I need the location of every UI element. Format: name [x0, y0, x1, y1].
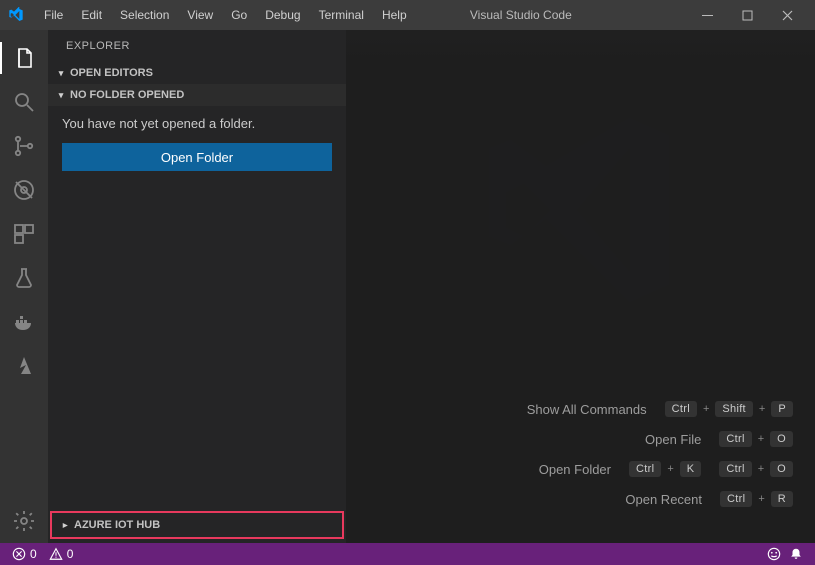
activity-search-icon[interactable] — [0, 80, 48, 124]
plus-icon: + — [667, 463, 673, 475]
shortcut-label: Open Folder — [451, 462, 611, 477]
menu-help[interactable]: Help — [374, 4, 415, 26]
error-count: 0 — [30, 547, 37, 561]
status-warnings[interactable]: 0 — [45, 547, 78, 561]
shortcut-keys: Ctrl + Shift + P — [665, 401, 793, 417]
sidebar-title: EXPLORER — [48, 30, 346, 62]
activity-files-icon[interactable] — [0, 36, 48, 80]
warning-count: 0 — [67, 547, 74, 561]
chevron-right-icon: ▾ — [61, 520, 70, 530]
keycap: O — [770, 461, 793, 477]
menu-bar: File Edit Selection View Go Debug Termin… — [36, 4, 415, 26]
shortcut-keys: Ctrl + R — [720, 491, 793, 507]
open-folder-button[interactable]: Open Folder — [62, 143, 332, 171]
warning-icon — [49, 547, 63, 561]
activity-bar — [0, 30, 48, 543]
menu-file[interactable]: File — [36, 4, 71, 26]
window-controls — [687, 0, 807, 30]
status-feedback-icon[interactable] — [763, 547, 785, 561]
keycap: Ctrl — [719, 461, 751, 477]
activity-azure-icon[interactable] — [0, 344, 48, 388]
tab-shadow — [346, 30, 815, 64]
menu-view[interactable]: View — [179, 4, 221, 26]
shortcut-row: Open File Ctrl + O — [451, 431, 793, 447]
title-bar: File Edit Selection View Go Debug Termin… — [0, 0, 815, 30]
editor-area: Show All Commands Ctrl + Shift + P Open File Ct… — [346, 30, 815, 543]
keycap: O — [770, 431, 793, 447]
maximize-button[interactable] — [727, 0, 767, 30]
keycap: K — [680, 461, 702, 477]
shortcut-row: Open Recent Ctrl + R — [451, 491, 793, 507]
keycap: Shift — [715, 401, 753, 417]
shortcut-row: Open Folder Ctrl + K Ctrl + O — [451, 461, 793, 477]
chevron-down-icon: ▾ — [56, 91, 66, 100]
keycap: P — [771, 401, 793, 417]
section-no-folder[interactable]: ▾ NO FOLDER OPENED — [48, 84, 346, 106]
activity-extensions-icon[interactable] — [0, 212, 48, 256]
minimize-button[interactable] — [687, 0, 727, 30]
shortcut-row: Show All Commands Ctrl + Shift + P — [451, 401, 793, 417]
shortcut-label: Open Recent — [542, 492, 702, 507]
plus-icon: + — [758, 493, 764, 505]
shortcut-keys: Ctrl + K Ctrl + O — [629, 461, 793, 477]
section-open-editors[interactable]: ▾ OPEN EDITORS — [48, 62, 346, 84]
section-label: NO FOLDER OPENED — [70, 89, 184, 101]
plus-icon: + — [758, 463, 764, 475]
activity-docker-icon[interactable] — [0, 300, 48, 344]
section-label: AZURE IOT HUB — [74, 519, 160, 531]
shortcut-label: Show All Commands — [487, 402, 647, 417]
plus-icon: + — [758, 433, 764, 445]
vscode-logo-icon — [8, 7, 24, 23]
azure-iot-hub-highlight: ▾ AZURE IOT HUB — [50, 511, 344, 539]
activity-git-icon[interactable] — [0, 124, 48, 168]
keycap: Ctrl — [720, 491, 752, 507]
shortcut-label: Open File — [541, 432, 701, 447]
activity-gear-icon[interactable] — [0, 499, 48, 543]
activity-beaker-icon[interactable] — [0, 256, 48, 300]
plus-icon: + — [703, 403, 709, 415]
activity-debug-icon[interactable] — [0, 168, 48, 212]
shortcut-list: Show All Commands Ctrl + Shift + P Open File Ct… — [451, 401, 793, 507]
explorer-sidebar: EXPLORER ▾ OPEN EDITORS ▾ NO FOLDER OPEN… — [48, 30, 346, 543]
menu-go[interactable]: Go — [223, 4, 255, 26]
menu-edit[interactable]: Edit — [73, 4, 110, 26]
keycap: Ctrl — [665, 401, 697, 417]
vscode-watermark-icon — [471, 100, 691, 325]
keycap: R — [771, 491, 793, 507]
status-bar: 0 0 — [0, 543, 815, 565]
no-folder-message: You have not yet opened a folder. — [62, 116, 332, 131]
keycap: Ctrl — [629, 461, 661, 477]
status-errors[interactable]: 0 — [8, 547, 41, 561]
section-label: OPEN EDITORS — [70, 67, 153, 79]
menu-terminal[interactable]: Terminal — [311, 4, 372, 26]
keycap: Ctrl — [719, 431, 751, 447]
no-folder-body: You have not yet opened a folder. Open F… — [48, 106, 346, 185]
shortcut-keys: Ctrl + O — [719, 431, 793, 447]
section-azure-iot-hub[interactable]: ▾ AZURE IOT HUB — [52, 513, 342, 537]
menu-selection[interactable]: Selection — [112, 4, 177, 26]
close-button[interactable] — [767, 0, 807, 30]
chevron-down-icon: ▾ — [56, 69, 66, 78]
menu-debug[interactable]: Debug — [257, 4, 308, 26]
error-icon — [12, 547, 26, 561]
window-title: Visual Studio Code — [415, 8, 687, 22]
status-bell-icon[interactable] — [785, 547, 807, 561]
plus-icon: + — [759, 403, 765, 415]
